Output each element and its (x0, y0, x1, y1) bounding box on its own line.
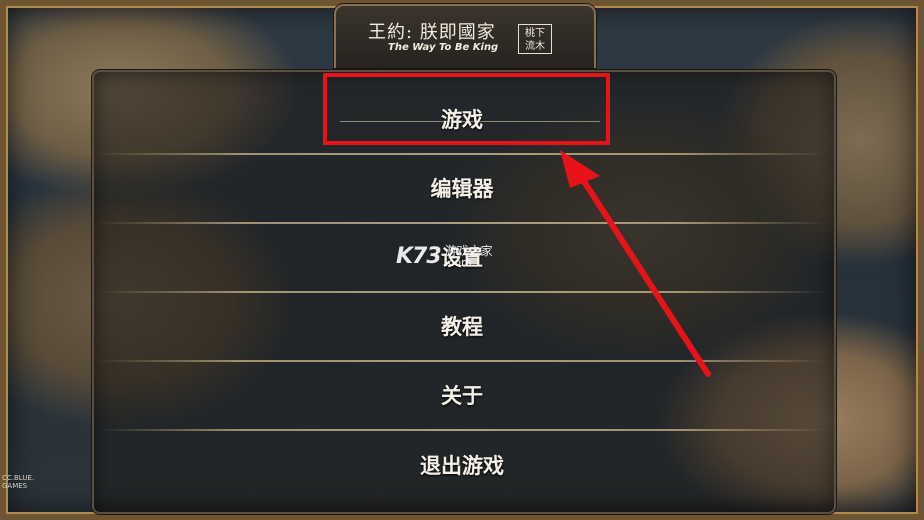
menu-divider (98, 222, 826, 224)
menu-divider (98, 291, 826, 293)
menu-item-label: 关于 (441, 384, 483, 408)
menu-divider (98, 153, 826, 155)
seal-line-1: 桃下 (525, 28, 545, 39)
watermark-name: 游戏之家 (444, 243, 493, 258)
menu-item-about[interactable]: 关于 (98, 368, 826, 422)
menu-divider (98, 360, 826, 362)
publisher-logo: CC.BLUE. GAMES (2, 474, 34, 490)
seal-stamp: 桃下 流木 (518, 24, 552, 54)
menu-item-label: 编辑器 (430, 177, 494, 201)
publisher-logo-line1: CC.BLUE. (2, 474, 35, 482)
menu-item-tutorial[interactable]: 教程 (98, 299, 826, 353)
watermark-domain: .com (444, 255, 472, 269)
publisher-logo-line2: GAMES (2, 482, 28, 490)
menu-divider (98, 429, 826, 431)
site-watermark: K73 游戏之家 .com (396, 244, 493, 269)
menu-item-label: 退出游戏 (420, 454, 504, 478)
menu-item-editor[interactable]: 编辑器 (98, 161, 826, 215)
menu-item-exit[interactable]: 退出游戏 (98, 438, 826, 492)
menu-item-label: 教程 (441, 315, 483, 339)
game-title: 王約: 朕即國家 (368, 22, 496, 43)
seal-line-2: 流木 (525, 41, 545, 52)
watermark-logo: K73 (396, 244, 442, 269)
game-subtitle: The Way To Be King (388, 42, 499, 53)
highlight-box (323, 73, 610, 145)
